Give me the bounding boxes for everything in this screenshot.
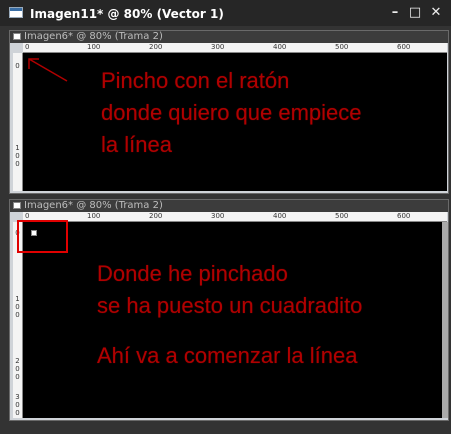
annotation-line: Ahí va a comenzar la línea: [97, 343, 358, 368]
ruler-label: 600: [397, 43, 411, 51]
vertical-ruler[interactable]: 0 1 0 0: [13, 53, 23, 191]
ruler-label: 400: [273, 43, 287, 51]
horizontal-ruler[interactable]: 0 100 200 300 400 500 600: [23, 43, 447, 53]
vertical-scrollbar[interactable]: [442, 222, 448, 418]
ruler-label: 300: [211, 43, 225, 51]
ruler-label: 100: [87, 212, 101, 220]
window-titlebar[interactable]: Imagen11* @ 80% (Vector 1) – □ ✕: [0, 0, 451, 26]
document-window-top[interactable]: Imagen6* @ 80% (Trama 2) 0 100 200 300 4…: [9, 30, 449, 194]
ruler-label: 0: [25, 212, 30, 220]
ruler-label: 0: [15, 152, 20, 160]
close-button[interactable]: ✕: [428, 5, 444, 21]
horizontal-ruler[interactable]: 0 100 200 300 400 500 600: [23, 212, 447, 222]
ruler-label: 0: [15, 365, 20, 373]
document-icon: [13, 33, 21, 40]
annotation-line: la línea: [101, 132, 172, 157]
annotation-line: donde quiero que empiece: [101, 100, 362, 125]
ruler-label: 3: [15, 393, 20, 401]
document-icon: [13, 202, 21, 209]
ruler-label: 500: [335, 212, 349, 220]
image-canvas[interactable]: Pincho con el ratón donde quiero que emp…: [23, 53, 447, 191]
image-canvas[interactable]: Donde he pinchado se ha puesto un cuadra…: [23, 222, 447, 418]
annotation-line: Pincho con el ratón: [101, 68, 290, 93]
app-window: Imagen11* @ 80% (Vector 1) – □ ✕ Imagen6…: [0, 0, 451, 434]
document-titlebar[interactable]: Imagen6* @ 80% (Trama 2): [10, 31, 448, 43]
ruler-label: 200: [149, 43, 163, 51]
ruler-label: 0: [15, 311, 20, 319]
ruler-label: 0: [15, 160, 20, 168]
minimize-button[interactable]: –: [387, 5, 403, 21]
ruler-label: 1: [15, 144, 20, 152]
ruler-label: 2: [15, 357, 20, 365]
document-title: Imagen6* @ 80% (Trama 2): [24, 31, 163, 42]
maximize-button[interactable]: □: [407, 5, 423, 21]
ruler-label: 0: [15, 401, 20, 409]
annotation-line: Donde he pinchado: [97, 261, 288, 286]
highlight-box: [17, 220, 68, 253]
ruler-label: 1: [15, 295, 20, 303]
ruler-label: 600: [397, 212, 411, 220]
ruler-label: 0: [15, 62, 20, 70]
document-window-bottom[interactable]: Imagen6* @ 80% (Trama 2) 0 100 200 300 4…: [9, 199, 449, 421]
annotation-line: se ha puesto un cuadradito: [97, 293, 363, 318]
document-window-icon: [9, 7, 23, 18]
window-title: Imagen11* @ 80% (Vector 1): [30, 7, 224, 21]
ruler-label: 400: [273, 212, 287, 220]
ruler-label: 0: [15, 373, 20, 381]
arrow-pointer-icon: [28, 58, 68, 82]
document-title: Imagen6* @ 80% (Trama 2): [24, 200, 163, 211]
document-titlebar[interactable]: Imagen6* @ 80% (Trama 2): [10, 200, 448, 212]
ruler-label: 200: [149, 212, 163, 220]
ruler-label: 300: [211, 212, 225, 220]
ruler-label: 0: [15, 303, 20, 311]
ruler-label: 0: [15, 409, 20, 417]
ruler-label: 100: [87, 43, 101, 51]
ruler-label: 500: [335, 43, 349, 51]
ruler-label: 0: [25, 43, 30, 51]
